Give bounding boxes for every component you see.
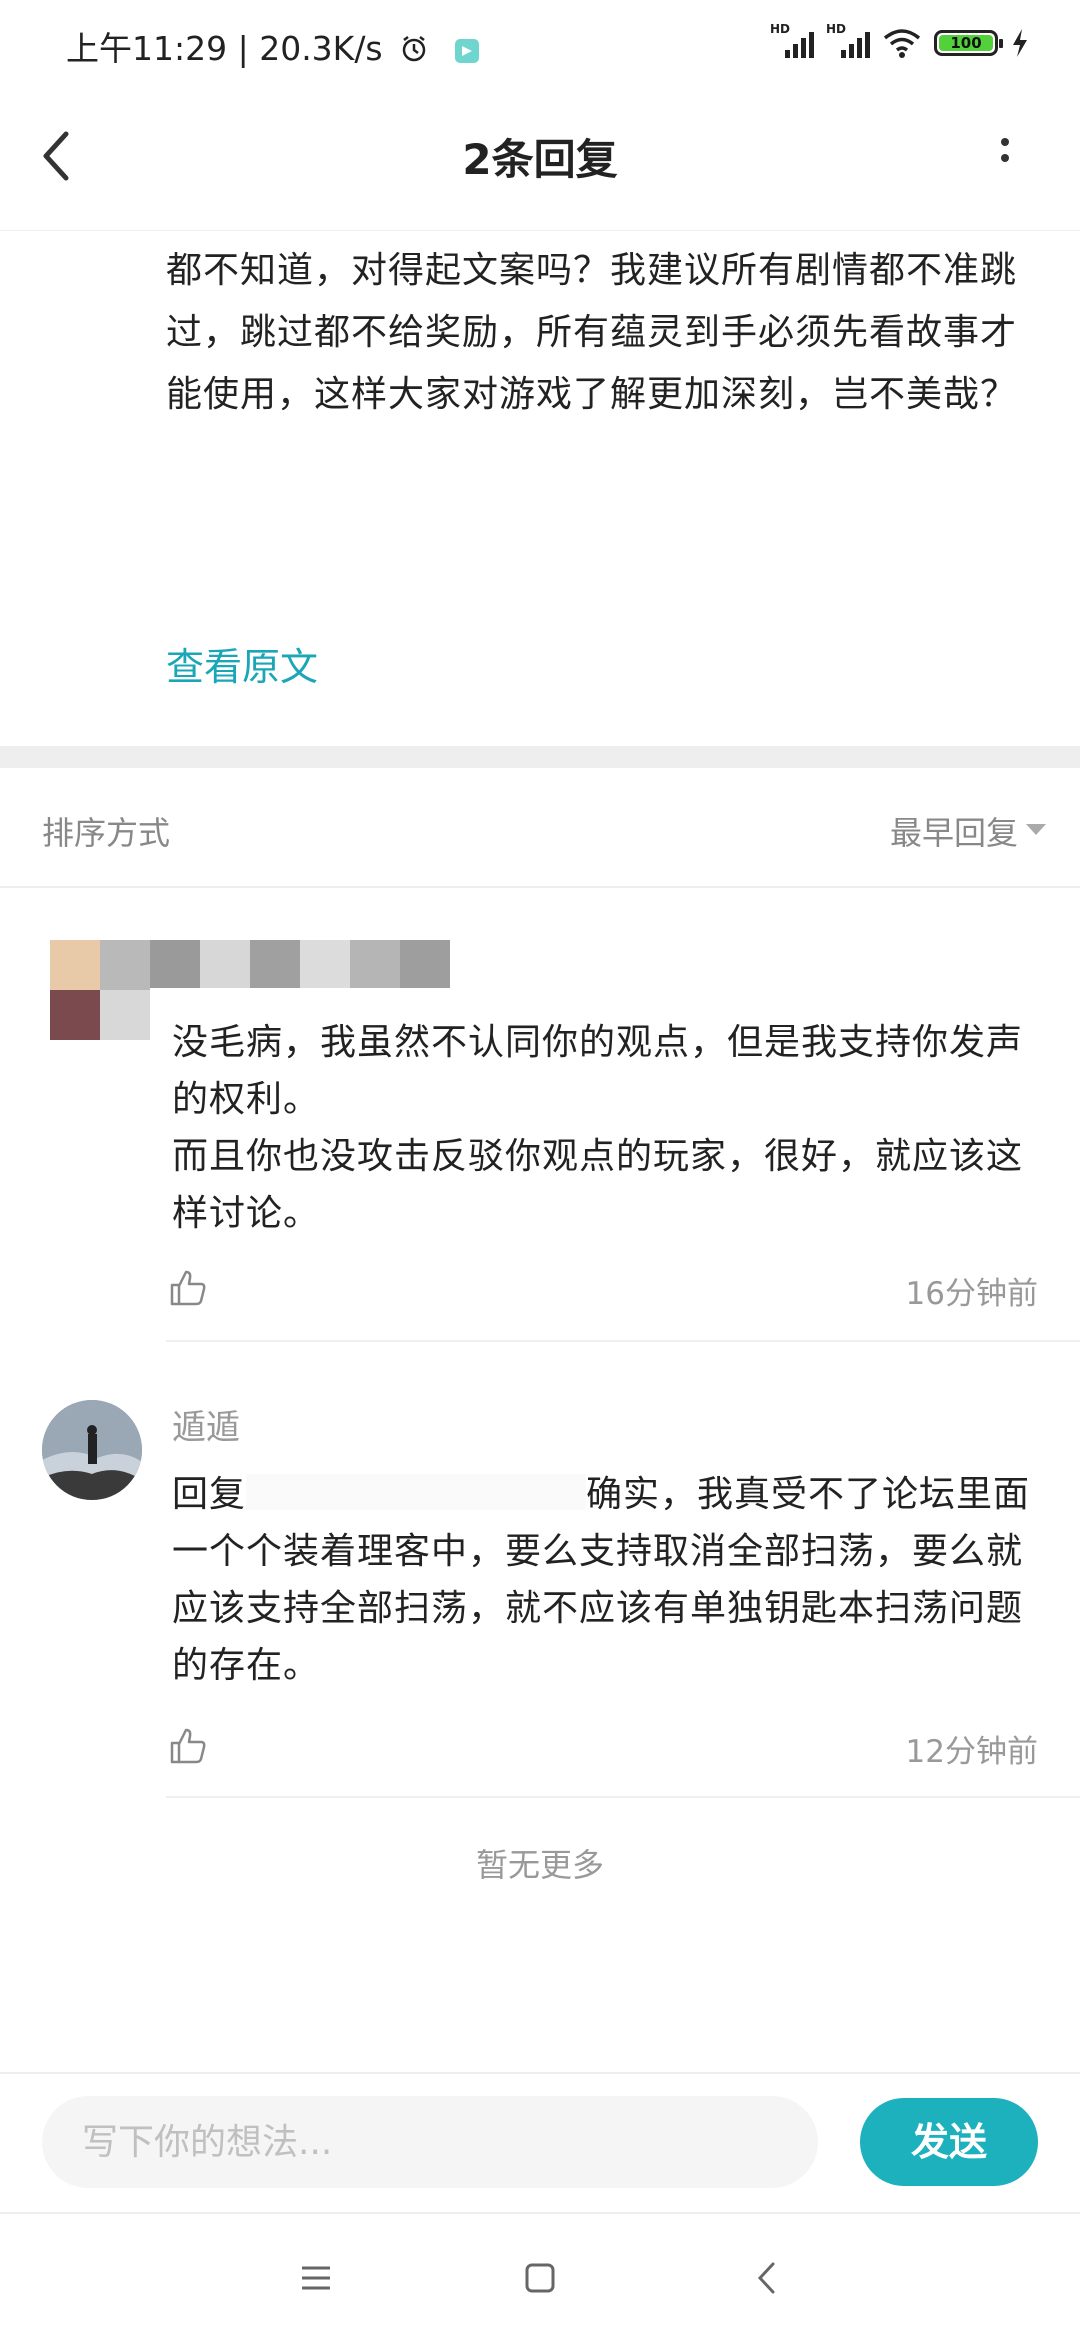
status-icons: HD HD 100: [770, 22, 1030, 60]
send-button[interactable]: 发送: [860, 2098, 1038, 2186]
section-divider: [0, 746, 1080, 768]
post-text: 都不知道，对得起文案吗？我建议所有剧情都不准跳过，跳过都不给奖励，所有蕴灵到手必…: [166, 250, 1018, 415]
menu-icon[interactable]: [296, 2258, 336, 2298]
alarm-icon: [402, 36, 426, 62]
avatar-image: [42, 1400, 142, 1500]
thumbs-up-icon[interactable]: [168, 1268, 208, 1308]
more-vertical-icon: [990, 138, 1020, 162]
wifi-icon: [883, 29, 921, 58]
back-button[interactable]: [36, 126, 96, 196]
comment-input[interactable]: [42, 2096, 818, 2188]
page-title: 2条回复: [462, 135, 618, 184]
comment-time: 12分钟前: [905, 1734, 1038, 1770]
comment-item: 没毛病，我虽然不认同你的观点，但是我支持你发声的权利。 而且你也没攻击反驳你观点…: [0, 888, 1080, 1348]
system-nav-bar: [0, 2212, 1080, 2342]
reply-target-redacted[interactable]: [246, 1474, 587, 1510]
battery-level: 100: [939, 35, 993, 51]
sort-dropdown[interactable]: 最早回复: [890, 808, 1018, 854]
hd-signal-icon: HD: [770, 22, 814, 60]
username-redacted[interactable]: [150, 940, 450, 988]
avatar[interactable]: [42, 1400, 142, 1500]
caret-down-icon[interactable]: [1026, 824, 1046, 835]
charging-icon: [1013, 29, 1027, 57]
avatar[interactable]: [50, 940, 150, 1040]
comment-author[interactable]: 遁遁: [172, 1400, 240, 1449]
no-more-text: 暂无更多: [475, 1846, 604, 1884]
hd-signal-icon: HD: [826, 22, 870, 60]
comment-item: 遁遁 回复 确实，我真受不了论坛里面一个个装着理客中，要么支持取消全部扫荡，要么就…: [0, 1348, 1080, 1808]
comment-body: 回复 确实，我真受不了论坛里面一个个装着理客中，要么支持取消全部扫荡，要么就应该支…: [172, 1466, 1042, 1694]
sort-bar: 排序方式 最早回复: [0, 768, 1080, 888]
comment-separator: [166, 1796, 1080, 1798]
comment-body: 没毛病，我虽然不认同你的观点，但是我支持你发声的权利。 而且你也没攻击反驳你观点…: [172, 1022, 1024, 1234]
home-icon[interactable]: [520, 2258, 560, 2298]
thumbs-up-icon[interactable]: [168, 1726, 208, 1766]
more-button[interactable]: [990, 130, 1020, 190]
sort-label: 排序方式: [42, 814, 171, 852]
app-notification-icon: [454, 39, 479, 63]
comment-separator: [166, 1340, 1080, 1342]
status-time-speed: 上午11:29 | 20.3K/s: [66, 29, 383, 68]
status-time: 上午11:29 | 20.3K/s: [66, 22, 480, 70]
view-original-link[interactable]: 查看原文: [166, 636, 318, 691]
status-bar: 上午11:29 | 20.3K/s HD HD 100: [0, 0, 1080, 90]
header: 2条回复: [0, 90, 1080, 231]
reply-prefix: 回复: [172, 1474, 247, 1515]
comment-time: 16分钟前: [905, 1276, 1038, 1312]
back-nav-icon[interactable]: [748, 2258, 788, 2298]
back-arrow-icon: [43, 131, 69, 181]
comment-input-bar: 发送: [0, 2072, 1080, 2214]
battery-icon: 100: [934, 30, 1003, 56]
